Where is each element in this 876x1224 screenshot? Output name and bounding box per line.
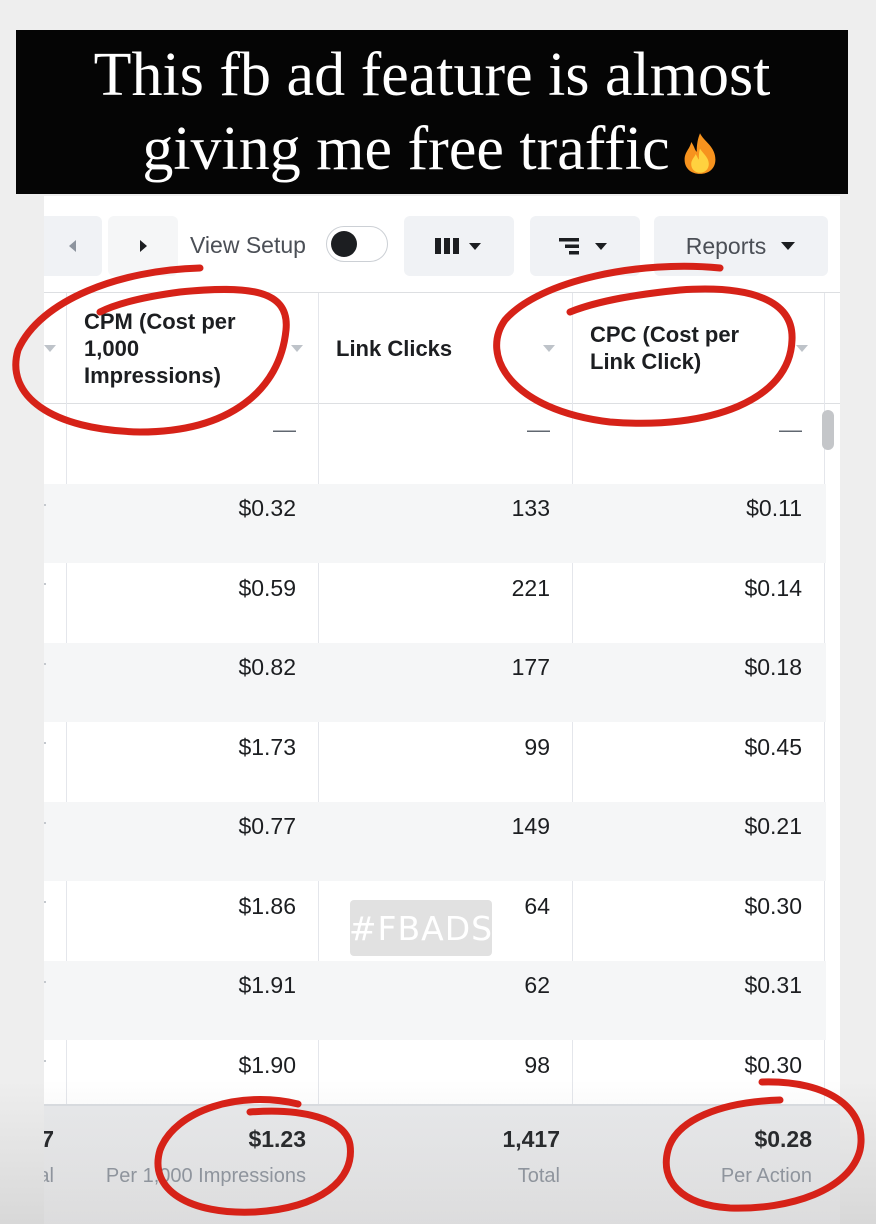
summary-cpm-value: $1.23: [248, 1126, 306, 1152]
cpc-cell: $0.11: [746, 495, 802, 521]
cpc-cell: —: [779, 415, 802, 442]
breakdown-button[interactable]: [530, 216, 640, 276]
row-marker: [44, 980, 46, 983]
column-header-cpc[interactable]: CPC (Cost per Link Click): [590, 293, 790, 403]
table-row: $1.91 62 $0.31: [44, 960, 826, 1040]
summary-partial-cell: 7 al: [44, 1126, 54, 1188]
scroll-right-button[interactable]: [108, 216, 178, 276]
summary-link-clicks-cell: 1,417 Total: [344, 1126, 560, 1188]
column-header-link-clicks-label: Link Clicks: [336, 335, 453, 361]
ads-manager-table-panel: View Setup Reports CPM (Cost per 1,000 I: [44, 196, 840, 1224]
cpm-cell: $0.77: [238, 813, 296, 839]
table-summary-row: 7 al $1.23 Per 1,000 Impressions 1,417 T…: [44, 1104, 840, 1224]
column-header-cpm-line-2: 1,000: [84, 335, 140, 361]
table-row: — — —: [44, 404, 826, 484]
summary-cpc-cell: $0.28 Per Action: [604, 1126, 812, 1188]
cpc-cell: $0.45: [744, 733, 802, 760]
link-clicks-cell: 133: [511, 495, 550, 521]
cpm-cell: $1.86: [238, 892, 296, 919]
table-body: — — — $0.32 133 $0.11 $0.59 221 $0.14 $0…: [44, 404, 826, 1120]
column-header-cpc-line-2: Link Click): [590, 349, 702, 374]
scroll-left-button[interactable]: [44, 216, 102, 276]
cpm-cell: $1.73: [238, 733, 296, 760]
sort-caret-icon: [44, 345, 56, 352]
chevron-left-icon: [69, 240, 76, 252]
summary-link-clicks-sub: Total: [517, 1165, 560, 1187]
link-clicks-cell: 177: [511, 654, 550, 680]
summary-partial-value: 7: [44, 1126, 54, 1152]
story-caption: This fb ad feature is almost giving me f…: [16, 30, 848, 194]
fire-emoji-icon: [678, 118, 722, 174]
table-row: $0.59 221 $0.14: [44, 563, 826, 643]
row-marker: [44, 821, 46, 824]
view-setup-label: View Setup: [190, 232, 306, 258]
table-row: $1.73 99 $0.45: [44, 722, 826, 802]
columns-button[interactable]: [404, 216, 514, 276]
table-row: $0.32 133 $0.11: [44, 483, 826, 563]
sort-caret-icon[interactable]: [291, 345, 303, 352]
chevron-right-icon: [140, 240, 147, 252]
table-row: $0.82 177 $0.18: [44, 642, 826, 722]
cpm-cell: $0.59: [238, 574, 296, 601]
column-header-cpm[interactable]: CPM (Cost per 1,000 Impressions): [84, 293, 284, 403]
chevron-down-icon: [781, 242, 796, 250]
summary-partial-sub: al: [44, 1165, 54, 1187]
cpc-cell: $0.30: [744, 1051, 802, 1078]
hashtag-sticker: #FBADS: [349, 900, 492, 956]
sort-caret-icon[interactable]: [543, 345, 555, 352]
summary-cpc-value: $0.28: [754, 1126, 812, 1152]
caption-line-2: giving me free traffic: [16, 112, 848, 186]
link-clicks-cell: 221: [511, 574, 550, 601]
summary-cpm-cell: $1.23 Per 1,000 Impressions: [84, 1126, 306, 1188]
caption-line-2-text: giving me free traffic: [142, 115, 670, 183]
column-header-cpc-line-1: CPC (Cost per: [590, 322, 740, 347]
column-header-link-clicks[interactable]: Link Clicks: [336, 293, 506, 403]
table-header-row: CPM (Cost per 1,000 Impressions) Link Cl…: [44, 293, 840, 404]
cpm-cell: $0.32: [238, 495, 296, 521]
vertical-scrollbar[interactable]: [822, 410, 834, 450]
row-marker: [44, 742, 46, 744]
row-marker: [44, 901, 46, 903]
cpc-cell: $0.30: [744, 892, 802, 919]
toggle-knob: [331, 231, 357, 257]
view-setup-toggle[interactable]: [326, 226, 388, 262]
link-clicks-cell: 99: [524, 733, 550, 760]
row-marker: [44, 583, 46, 585]
summary-link-clicks-value: 1,417: [502, 1126, 560, 1152]
summary-cpm-sub: Per 1,000 Impressions: [105, 1165, 306, 1187]
cpm-cell: $0.82: [238, 654, 296, 680]
link-clicks-cell: 149: [511, 813, 550, 839]
column-header-cpm-line-1: CPM (Cost per: [84, 308, 236, 334]
cpm-cell: —: [273, 415, 296, 442]
table-row: $0.77 149 $0.21: [44, 801, 826, 881]
columns-icon: [435, 238, 481, 254]
sort-caret-icon[interactable]: [796, 345, 808, 352]
cpc-cell: $0.31: [744, 972, 802, 998]
caption-line-1: This fb ad feature is almost: [93, 41, 771, 109]
link-clicks-cell: —: [527, 415, 550, 442]
row-marker: [44, 1060, 46, 1062]
cpc-cell: $0.18: [744, 654, 802, 680]
row-marker: [44, 503, 46, 506]
cpc-cell: $0.21: [744, 813, 802, 839]
cpc-cell: $0.14: [744, 574, 802, 601]
table-toolbar: View Setup Reports: [44, 196, 840, 293]
reports-button[interactable]: Reports: [654, 216, 828, 276]
column-header-cpm-line-3: Impressions): [84, 362, 221, 388]
link-clicks-cell: 62: [524, 972, 550, 998]
row-marker: [44, 662, 46, 665]
breakdown-icon: [559, 238, 607, 255]
reports-label: Reports: [685, 232, 767, 259]
cpm-cell: $1.90: [238, 1051, 296, 1078]
summary-cpc-sub: Per Action: [720, 1165, 812, 1187]
cpm-cell: $1.91: [238, 972, 296, 998]
link-clicks-cell: 98: [524, 1051, 550, 1078]
